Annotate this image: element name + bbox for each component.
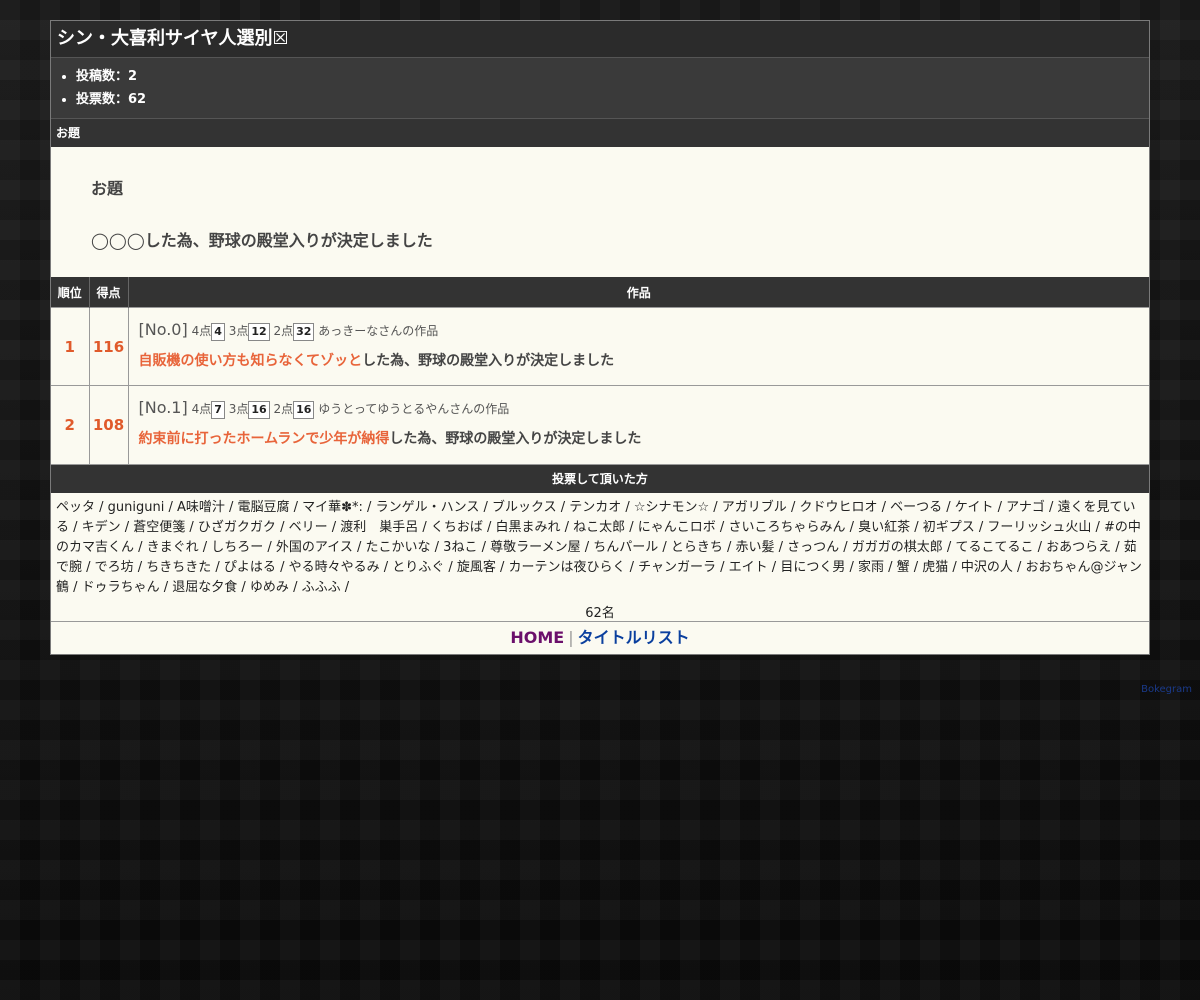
work-cell: [No.0] 4点 4 3点 12 2点 32 あっきーなさんの作品 自販機の使い方も… (128, 307, 1149, 386)
theme-text: ◯◯◯した為、野球の殿堂入りが決定しました (91, 231, 433, 250)
vote-count-3pt: 16 (248, 400, 270, 419)
rank-cell: 2 (51, 385, 90, 464)
entry-answer: 自販機の使い方も知らなくてゾッとした為、野球の殿堂入りが決定しました (139, 350, 1140, 370)
rank-cell: 1 (51, 307, 90, 386)
work-header: 作品 (128, 277, 1149, 308)
entry-author: ゆうとってゆうとるやんさんの作品 (318, 401, 510, 416)
answer-suffix: した為、野球の殿堂入りが決定しました (389, 430, 642, 447)
page-title: シン・大喜利サイヤ人選別☒ (51, 21, 1149, 58)
score-header: 得点 (89, 277, 129, 308)
vote-count-4pt: 7 (211, 400, 225, 419)
theme-label: お題 (91, 179, 124, 198)
vote-count-4pt: 4 (211, 322, 225, 341)
footer-nav: HOME | タイトルリスト (51, 620, 1149, 654)
answer-suffix: した為、野球の殿堂入りが決定しました (362, 352, 615, 369)
credit-link[interactable]: Bokegram (1141, 684, 1192, 695)
vote-count-3pt: 12 (248, 322, 270, 341)
theme-box: お題 ◯◯◯した為、野球の殿堂入りが決定しました (51, 147, 1149, 277)
main-panel: シン・大喜利サイヤ人選別☒ 投稿数：2 投票数：62 お題 お題 ◯◯◯した為、… (50, 20, 1150, 655)
entry-number: [No.1] (138, 397, 188, 417)
post-count: 投稿数：2 (76, 65, 1149, 88)
nav-separator: | (568, 627, 574, 647)
entry-meta: [No.0] 4点 4 3点 12 2点 32 あっきーなさんの作品 (138, 319, 439, 341)
theme-section-head: お題 (51, 119, 1149, 147)
entry-answer: 約束前に打ったホームランで少年が納得した為、野球の殿堂入りが決定しました (139, 428, 1140, 448)
stats-panel: 投稿数：2 投票数：62 (51, 58, 1149, 119)
entry-number: [No.0] (138, 319, 188, 339)
voters-section-head: 投票して頂いた方 (51, 463, 1149, 493)
stats-list: 投稿数：2 投票数：62 (51, 65, 1149, 111)
entry-author: あっきーなさんの作品 (318, 323, 439, 338)
vote-count: 投票数：62 (76, 88, 1149, 111)
answer-highlight: 自販機の使い方も知らなくてゾッと (138, 352, 363, 369)
voter-count: 62名 (585, 605, 615, 621)
rank-header: 順位 (51, 277, 90, 308)
voters-list: ペッタ / guniguni / A味噌汁 / 電脳豆腐 / マイ華✽*: / … (56, 499, 1142, 595)
score-cell: 108 (89, 385, 129, 464)
table-row: 1 116 [No.0] 4点 4 3点 12 2点 32 あっきーなさんの作品 自販… (51, 307, 1149, 386)
answer-highlight: 約束前に打ったホームランで少年が納得 (138, 430, 390, 447)
home-link[interactable]: HOME (510, 628, 564, 647)
vote-count-2pt: 32 (293, 322, 315, 341)
score-cell: 116 (89, 307, 129, 386)
vote-count-2pt: 16 (293, 400, 315, 419)
results-table: 順位 得点 作品 1 116 [No.0] 4点 4 3点 12 2点 32 あっきー… (51, 277, 1149, 464)
table-row: 2 108 [No.1] 4点 7 3点 16 2点 16 ゆうとってゆうとるやんさん… (51, 385, 1149, 464)
entry-meta: [No.1] 4点 7 3点 16 2点 16 ゆうとってゆうとるやんさんの作品 (138, 397, 510, 419)
results-header-row: 順位 得点 作品 (51, 277, 1149, 308)
work-cell: [No.1] 4点 7 3点 16 2点 16 ゆうとってゆうとるやんさんの作品 約束… (128, 385, 1149, 464)
title-list-link[interactable]: タイトルリスト (578, 628, 690, 647)
